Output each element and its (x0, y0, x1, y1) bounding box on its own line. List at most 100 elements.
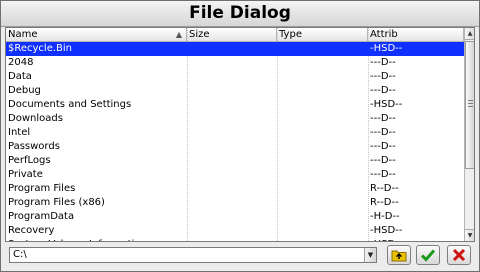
file-row[interactable]: Recovery -HSD-- (6, 224, 464, 238)
file-attrib-cell: ---D-- (370, 85, 396, 96)
close-icon (452, 248, 466, 262)
file-size-cell (187, 154, 277, 168)
dropdown-arrow-icon[interactable]: ▼ (364, 248, 376, 262)
column-header-name-label: Name (8, 29, 38, 40)
folder-up-icon (391, 250, 407, 262)
file-type-cell (277, 168, 368, 182)
file-size-cell (187, 112, 277, 126)
file-attrib-cell: ---D-- (370, 141, 396, 152)
file-attrib-cell: -HSD-- (370, 225, 403, 236)
thumb-grip (468, 103, 473, 104)
file-size-cell (187, 42, 277, 56)
file-row[interactable]: System Volume Information -HSD-- (6, 238, 464, 241)
file-type-cell (277, 112, 368, 126)
file-name-cell: Intel (8, 127, 31, 138)
file-type-cell (277, 84, 368, 98)
file-list[interactable]: Name ▲ Size Type Attrib $Recycle.Bin -HSD… (5, 27, 475, 242)
file-size-cell (187, 196, 277, 210)
file-attrib-cell: -H-D-- (370, 211, 400, 222)
column-header-row: Name ▲ Size Type Attrib (6, 28, 464, 42)
file-row[interactable]: PerfLogs ---D-- (6, 154, 464, 168)
cancel-button[interactable] (447, 245, 471, 265)
file-row[interactable]: Passwords ---D-- (6, 140, 464, 154)
column-header-size[interactable]: Size (187, 28, 277, 41)
file-size-cell (187, 182, 277, 196)
file-row[interactable]: Private ---D-- (6, 168, 464, 182)
file-row[interactable]: ProgramData -H-D-- (6, 210, 464, 224)
file-type-cell (277, 224, 368, 238)
file-size-cell (187, 126, 277, 140)
parent-folder-button[interactable] (387, 245, 411, 265)
column-header-attrib-label: Attrib (370, 29, 398, 40)
thumb-grip (468, 106, 473, 107)
file-name-cell: Program Files (8, 183, 76, 194)
file-row[interactable]: Debug ---D-- (6, 84, 464, 98)
file-type-cell (277, 70, 368, 84)
file-row[interactable]: Program Files (x86) R--D-- (6, 196, 464, 210)
file-row[interactable]: Downloads ---D-- (6, 112, 464, 126)
file-attrib-cell: -HSD-- (370, 99, 403, 110)
file-name-cell: ProgramData (8, 211, 75, 222)
file-attrib-cell: -HSD-- (368, 238, 464, 241)
column-header-type-label: Type (279, 29, 302, 40)
file-name-cell: $Recycle.Bin (8, 43, 73, 54)
file-attrib-cell: ---D-- (370, 127, 396, 138)
file-row[interactable]: Data ---D-- (6, 70, 464, 84)
ok-button[interactable] (416, 245, 440, 265)
file-size-cell (187, 98, 277, 112)
column-header-attrib[interactable]: Attrib (368, 28, 464, 41)
file-row[interactable]: Documents and Settings -HSD-- (6, 98, 464, 112)
file-row[interactable]: Program Files R--D-- (6, 182, 464, 196)
file-name-cell: System Volume Information (6, 238, 187, 241)
file-name-cell: Debug (8, 85, 41, 96)
file-size-cell (187, 224, 277, 238)
scrollbar-thumb[interactable] (465, 41, 474, 169)
file-size-cell (187, 140, 277, 154)
file-type-cell (277, 182, 368, 196)
file-name-cell: Data (8, 71, 32, 82)
file-name-cell: Documents and Settings (8, 99, 132, 110)
file-attrib-cell: ---D-- (370, 71, 396, 82)
file-size-cell (187, 238, 277, 241)
file-type-cell (277, 196, 368, 210)
file-dialog-window: File Dialog Name ▲ Size Type Attrib $Rec… (0, 0, 480, 272)
file-size-cell (187, 84, 277, 98)
column-header-type[interactable]: Type (277, 28, 368, 41)
file-attrib-cell: R--D-- (370, 183, 399, 194)
vertical-scrollbar[interactable]: ▲ ▼ (464, 28, 474, 241)
bottom-bar: C:\ ▼ (1, 243, 479, 271)
file-row[interactable]: 2048 ---D-- (6, 56, 464, 70)
path-combobox[interactable]: C:\ ▼ (9, 247, 377, 263)
file-type-cell (277, 154, 368, 168)
file-size-cell (187, 70, 277, 84)
file-size-cell (187, 56, 277, 70)
file-size-cell (187, 210, 277, 224)
file-attrib-cell: ---D-- (370, 155, 396, 166)
sort-indicator-icon: ▲ (175, 30, 182, 39)
file-row[interactable]: Intel ---D-- (6, 126, 464, 140)
path-value: C:\ (13, 249, 27, 260)
file-attrib-cell: ---D-- (370, 113, 396, 124)
file-attrib-cell: ---D-- (370, 169, 396, 180)
file-row[interactable]: $Recycle.Bin -HSD-- (6, 42, 464, 56)
file-name-cell: Downloads (8, 113, 63, 124)
file-type-cell (277, 98, 368, 112)
file-type-cell (277, 238, 368, 241)
file-attrib-cell: -HSD-- (370, 43, 403, 54)
file-name-cell: Private (8, 169, 43, 180)
column-header-size-label: Size (189, 29, 210, 40)
file-name-cell: Recovery (8, 225, 55, 236)
file-type-cell (277, 126, 368, 140)
thumb-grip (468, 100, 473, 101)
file-size-cell (187, 168, 277, 182)
file-name-cell: 2048 (8, 57, 34, 68)
file-type-cell (277, 210, 368, 224)
file-name-cell: PerfLogs (8, 155, 51, 166)
file-name-cell: Passwords (8, 141, 60, 152)
column-header-name[interactable]: Name ▲ (6, 28, 187, 41)
scroll-down-arrow-icon[interactable]: ▼ (465, 229, 474, 241)
checkmark-icon (420, 249, 436, 262)
file-type-cell (277, 42, 368, 56)
scroll-up-arrow-icon[interactable]: ▲ (465, 28, 474, 40)
file-type-cell (277, 56, 368, 70)
